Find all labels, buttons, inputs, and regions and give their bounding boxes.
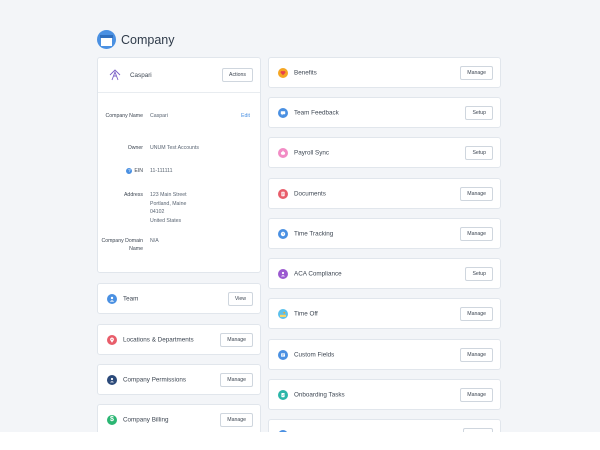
manage-button[interactable]: Manage <box>460 347 493 362</box>
section-label: Custom Fields <box>294 351 335 358</box>
field-label-address: Address <box>123 192 143 198</box>
company-name: Caspari <box>130 72 152 79</box>
help-icon[interactable]: ? <box>126 167 133 174</box>
company-card: Caspari Actions Edit Company Name Caspar… <box>97 57 261 273</box>
setup-button[interactable]: Setup <box>465 145 493 160</box>
field-value-address-line-2: Portland, Maine <box>150 200 187 207</box>
field-label-ein: ? EIN <box>98 167 143 175</box>
page-header: Company <box>97 30 175 49</box>
section-label: Company Billing <box>123 416 169 423</box>
field-value-company-name: Caspari <box>150 113 168 119</box>
section-card-team[interactable]: Team View <box>97 283 261 314</box>
field-value-address-line-3: 04102 <box>150 209 165 215</box>
building-icon <box>97 30 116 49</box>
view-button[interactable]: View <box>227 291 253 306</box>
manage-button[interactable]: Manage <box>460 65 493 80</box>
section-label: Time Off <box>294 310 318 317</box>
manage-button[interactable]: Manage <box>220 332 253 347</box>
section-card-partial[interactable] <box>268 419 501 432</box>
document-icon <box>278 188 288 199</box>
edit-link[interactable]: Edit <box>241 113 250 119</box>
field-value-ein: 11-111111 <box>150 168 173 174</box>
ein-label-text: EIN <box>134 168 143 174</box>
section-label: Team <box>123 295 139 302</box>
field-value-owner: UNUM Test Accounts <box>150 145 199 151</box>
manage-button[interactable]: Manage <box>460 186 493 201</box>
section-label: Time Tracking <box>294 230 334 237</box>
section-card-documents[interactable]: Documents Manage <box>268 178 501 209</box>
section-card-locations[interactable]: Locations & Departments Manage <box>97 324 261 355</box>
section-card-team-feedback[interactable]: Team Feedback Setup <box>268 97 501 128</box>
permissions-icon <box>107 374 117 385</box>
manage-button[interactable] <box>463 427 493 432</box>
section-card-time-off[interactable]: Time Off Manage <box>268 298 501 329</box>
section-card-time-tracking[interactable]: Time Tracking Manage <box>268 218 501 249</box>
section-card-payroll-sync[interactable]: Payroll Sync Setup <box>268 137 501 168</box>
setup-button[interactable]: Setup <box>465 105 493 120</box>
section-label: Onboarding Tasks <box>294 391 345 398</box>
section-label: Team Feedback <box>294 109 339 116</box>
company-card-header: Caspari Actions <box>98 58 260 93</box>
dollar-icon: $ <box>107 414 117 425</box>
section-card-permissions[interactable]: Company Permissions Manage <box>97 364 261 395</box>
team-icon <box>107 293 117 304</box>
payroll-icon <box>278 147 288 158</box>
section-card-onboarding-tasks[interactable]: Onboarding Tasks Manage <box>268 379 501 410</box>
manage-button[interactable]: Manage <box>460 226 493 241</box>
section-label: Documents <box>294 190 326 197</box>
partial-icon <box>278 429 288 432</box>
page-title: Company <box>121 32 175 47</box>
clock-icon <box>278 228 288 239</box>
setup-button[interactable]: Setup <box>465 266 493 281</box>
section-label: Company Permissions <box>123 376 186 383</box>
field-label-company-name: Company Name <box>105 113 143 119</box>
section-card-custom-fields[interactable]: Custom Fields Manage <box>268 339 501 370</box>
onboarding-icon <box>278 389 288 400</box>
manage-button[interactable]: Manage <box>220 372 253 387</box>
field-label-owner: Owner <box>127 145 143 151</box>
company-logo-icon <box>109 69 121 81</box>
field-value-address-line-1: 123 Main Street <box>150 192 187 198</box>
manage-button[interactable]: Manage <box>220 412 253 427</box>
section-card-benefits[interactable]: Benefits Manage <box>268 57 501 88</box>
feedback-icon <box>278 107 288 118</box>
actions-button[interactable]: Actions <box>221 68 253 82</box>
section-label: Benefits <box>294 69 317 76</box>
field-value-address-line-4: United States <box>150 217 182 224</box>
custom-fields-icon <box>278 349 288 360</box>
manage-button[interactable]: Manage <box>460 387 493 402</box>
section-card-billing[interactable]: $ Company Billing Manage <box>97 404 261 432</box>
section-label: ACA Compliance <box>294 270 342 277</box>
manage-button[interactable]: Manage <box>460 306 493 321</box>
section-card-aca-compliance[interactable]: ACA Compliance Setup <box>268 258 501 289</box>
field-value-domain: N/A <box>150 238 159 244</box>
section-label: Payroll Sync <box>294 149 329 156</box>
heart-icon <box>278 67 288 78</box>
location-pin-icon <box>107 334 117 345</box>
beach-icon <box>278 308 288 319</box>
aca-icon <box>278 268 288 279</box>
section-label: Locations & Departments <box>123 336 194 343</box>
page-viewport: Company Caspari Actions Edit Company Nam… <box>0 0 600 432</box>
field-label-domain: Company Domain Name <box>101 238 143 253</box>
